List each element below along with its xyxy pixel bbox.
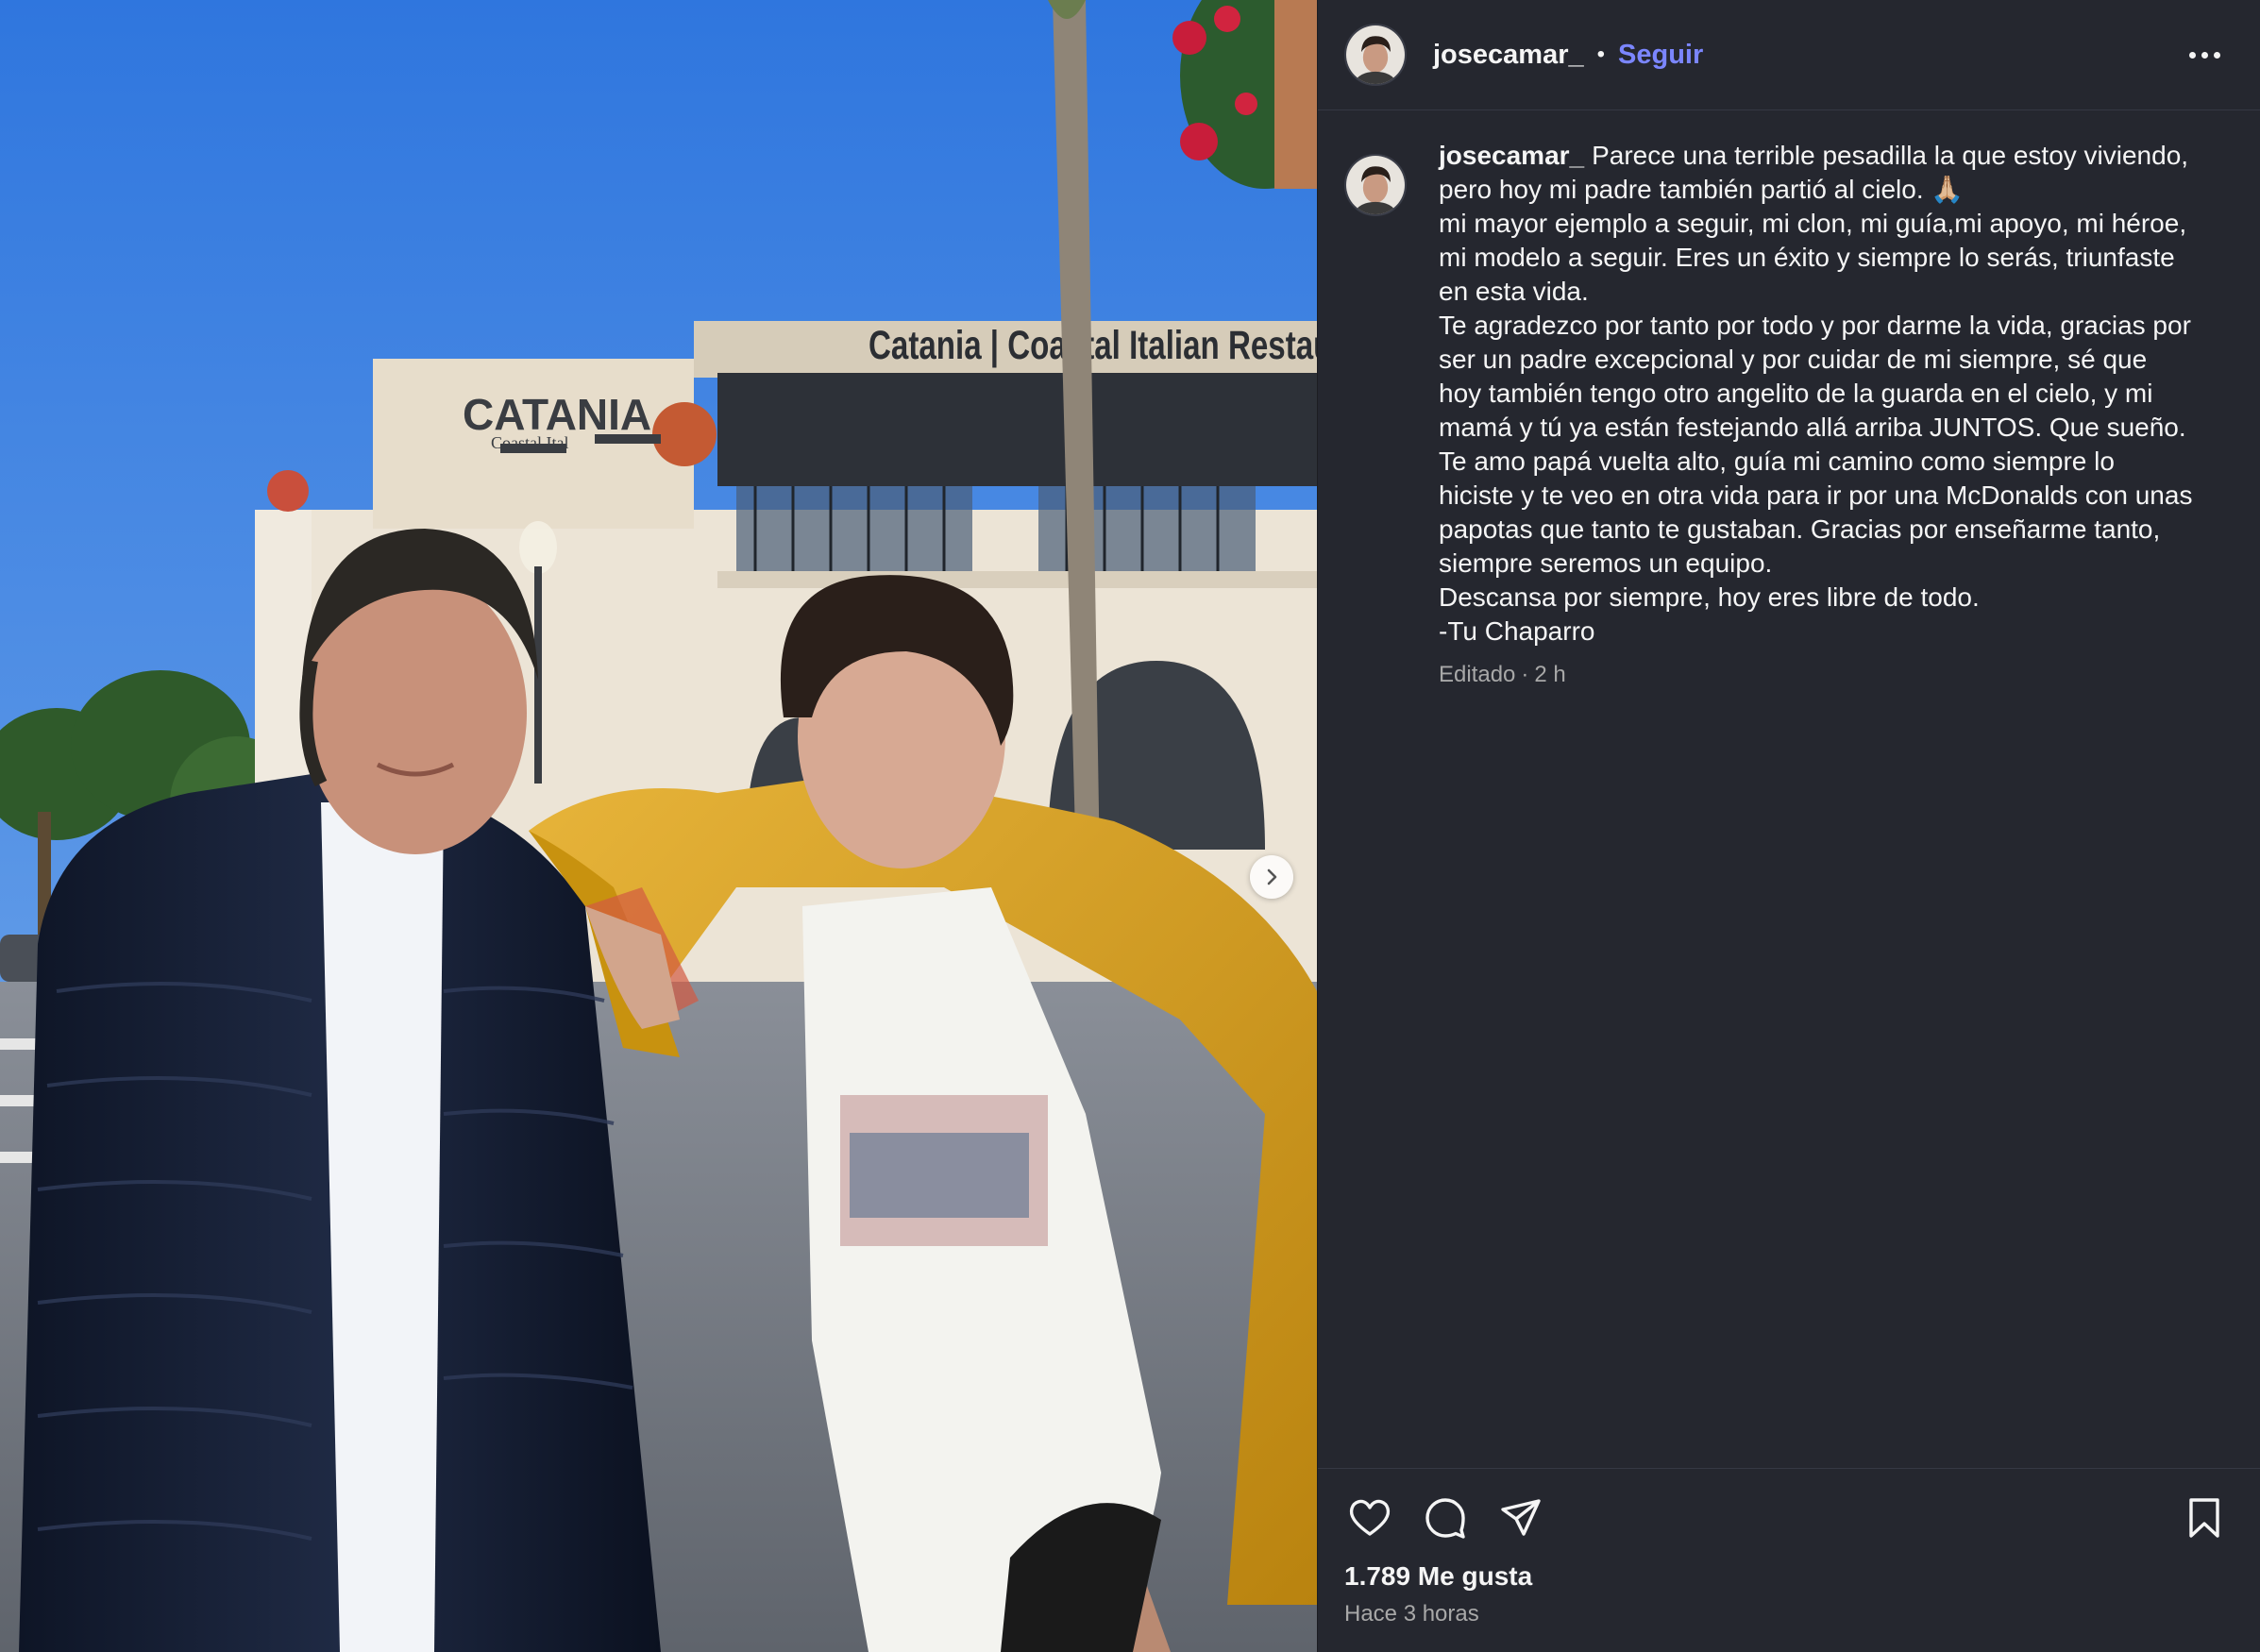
share-button[interactable]: [1495, 1492, 1546, 1543]
comment-age[interactable]: 2 h: [1534, 662, 1565, 687]
follow-button[interactable]: Seguir: [1618, 40, 1703, 71]
comment-icon: [1425, 1498, 1465, 1539]
avatar-image: [1346, 25, 1405, 84]
edited-label: Editado: [1439, 662, 1516, 687]
header-separator: •: [1596, 42, 1606, 67]
post-actions-section: 1.789 Me gusta Hace 3 horas: [1318, 1468, 2260, 1652]
meta-separator: ·: [1521, 662, 1529, 687]
post-time[interactable]: Hace 3 horas: [1344, 1601, 2230, 1627]
paper-plane-icon: [1501, 1499, 1541, 1536]
caption-avatar[interactable]: [1344, 154, 1407, 216]
post-media[interactable]: Catania | Coastal Italian Restaura CATAN…: [0, 0, 1317, 1652]
heart-icon: [1349, 1499, 1391, 1536]
sign-logo: CATANIA: [463, 390, 651, 439]
post-photo: Catania | Coastal Italian Restaura CATAN…: [0, 0, 1317, 1652]
header-username[interactable]: josecamar_: [1433, 40, 1584, 71]
post-header: josecamar_ • Seguir: [1318, 0, 2260, 110]
action-bar: [1344, 1484, 2230, 1552]
save-button[interactable]: [2179, 1492, 2230, 1543]
caption: josecamar_ Parece una terrible pesadilla …: [1439, 139, 2194, 649]
next-image-button[interactable]: [1250, 855, 1293, 899]
avatar[interactable]: [1344, 24, 1407, 86]
post-side-panel: josecamar_ • Seguir josecamar_ Parece una…: [1317, 0, 2260, 1652]
caption-text: Parece una terrible pesadilla la que est…: [1439, 141, 2193, 646]
caption-username[interactable]: josecamar_: [1439, 141, 1584, 170]
bookmark-icon: [2189, 1498, 2219, 1538]
like-button[interactable]: [1344, 1492, 1395, 1543]
more-options-icon[interactable]: [2180, 42, 2230, 68]
comment-button[interactable]: [1420, 1492, 1471, 1543]
caption-section: josecamar_ Parece una terrible pesadilla …: [1318, 110, 2260, 1468]
caption-body: josecamar_ Parece una terrible pesadilla …: [1439, 139, 2194, 1468]
likes-count[interactable]: 1.789 Me gusta: [1344, 1561, 2230, 1592]
avatar-image: [1346, 156, 1405, 214]
caption-meta: Editado · 2 h: [1439, 662, 2194, 688]
sign-top: Catania | Coastal Italian Restaura: [869, 324, 1317, 368]
post-dialog: Catania | Coastal Italian Restaura CATAN…: [0, 0, 2260, 1652]
chevron-right-icon: [1267, 868, 1277, 885]
